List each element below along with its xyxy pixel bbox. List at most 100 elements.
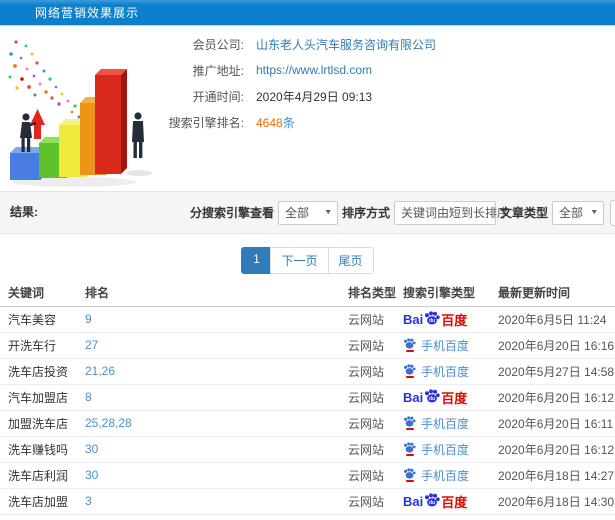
filter-controls: 分搜索引擎查看 全部 ▼ 排序方式 关键词由短到长排序 ▼ 文章类型 全部 ▼ … [186, 192, 615, 233]
rank-type-cell: 云网站 [340, 436, 395, 463]
rank-cell[interactable]: 3 [77, 488, 340, 515]
mobile-baidu-label: 手机百度 [421, 364, 470, 379]
baidu-logo-bai: Bai [403, 493, 424, 509]
table-row: 洗车店加盟 3 云网站 Bai du 百度 2020年6月18日 14:30 [0, 488, 615, 515]
rank-cell[interactable]: 27 [77, 332, 340, 359]
account-info-section: 会员公司: 山东老人头汽车服务咨询有限公司 推广地址: https://www.… [0, 27, 615, 191]
rank-type-cell: 云网站 [340, 488, 395, 515]
engine-rank-label: 搜索引擎排名: [168, 115, 244, 130]
updated-cell: 2020年6月20日 16:11 [490, 410, 615, 437]
table-row: 洗车店投资 21,26 云网站 手机百度 2020年5月27日 14:58 [0, 358, 615, 385]
chevron-down-icon: ▼ [323, 209, 333, 216]
baidu-logo: Bai du 百度 [403, 388, 467, 407]
engine-cell: Bai du 百度 [395, 306, 490, 333]
engine-cell: 手机百度 [395, 462, 490, 489]
svg-text:du: du [429, 318, 435, 324]
bar-red [95, 69, 127, 174]
table-row: 汽车美容 9 云网站 Bai du 百度 2020年6月5日 11:24 [0, 306, 615, 333]
promotion-url-label: 推广地址: [192, 63, 244, 78]
keyword-cell: 汽车加盟店 [0, 384, 77, 411]
last-page-button[interactable]: 尾页 [327, 247, 374, 274]
promotion-url-link[interactable]: https://www.lrtlsd.com [256, 63, 372, 77]
rank-type-cell: 云网站 [340, 462, 395, 489]
baidu-paw-icon: du [425, 493, 440, 507]
top-title-bar: 网络营销效果展示 [0, 0, 615, 26]
table-header-row: 关键词 排名 排名类型 搜索引擎类型 最新更新时间 [0, 280, 615, 307]
rank-cell[interactable]: 9 [77, 306, 340, 333]
engine-cell: 手机百度 [395, 332, 490, 359]
updated-cell: 2020年6月20日 16:16 [490, 332, 615, 359]
rank-type-cell: 云网站 [340, 358, 395, 385]
promotion-url-row: 推广地址: https://www.lrtlsd.com [158, 57, 608, 83]
mobile-baidu-logo: 手机百度 [403, 467, 469, 484]
chevron-down-icon: ▼ [513, 209, 523, 216]
rank-cell[interactable]: 25,28,28 [77, 410, 340, 437]
updated-cell: 2020年6月20日 16:12 [490, 384, 615, 411]
engine-filter-select[interactable]: 全部 ▼ [278, 200, 339, 225]
mobile-baidu-paw-icon [403, 338, 416, 352]
mobile-baidu-paw-icon [403, 416, 416, 430]
engine-rank-row: 搜索引擎排名: 4648条 [158, 109, 608, 135]
mobile-baidu-logo: 手机百度 [403, 441, 469, 458]
member-company-label: 会员公司: [192, 37, 244, 52]
submit-button[interactable]: 提交 [610, 199, 615, 226]
mobile-baidu-logo: 手机百度 [403, 337, 469, 354]
mobile-baidu-paw-icon [403, 468, 416, 482]
keyword-cell: 加盟洗车店 [0, 410, 77, 437]
result-filter-bar: 结果: 分搜索引擎查看 全部 ▼ 排序方式 关键词由短到长排序 ▼ 文章类型 全… [0, 191, 615, 234]
mobile-baidu-paw-icon [403, 442, 416, 456]
table-row: 加盟洗车店 25,28,28 云网站 手机百度 2020年6月20日 16:11 [0, 410, 615, 437]
keyword-cell: 洗车店利润 [0, 462, 77, 489]
next-page-button[interactable]: 下一页 [270, 247, 329, 274]
baidu-logo-bai: Bai [403, 311, 424, 327]
baidu-logo-name: 百度 [441, 312, 468, 328]
keyword-cell: 开洗车行 [0, 332, 77, 359]
sort-filter-select[interactable]: 关键词由短到长排序 ▼ [394, 200, 523, 225]
rank-type-cell: 云网站 [340, 384, 395, 411]
chevron-down-icon: ▼ [589, 209, 599, 216]
keyword-rank-table: 关键词 排名 排名类型 搜索引擎类型 最新更新时间 汽车美容 9 云网站 Bai… [0, 280, 615, 515]
rank-type-cell: 云网站 [340, 410, 395, 437]
article-type-value: 全部 [559, 206, 584, 220]
open-time-label: 开通时间: [192, 89, 244, 104]
baidu-paw-icon: du [425, 389, 440, 403]
updated-cell: 2020年6月18日 14:30 [490, 488, 615, 515]
mobile-baidu-label: 手机百度 [421, 468, 470, 483]
baidu-logo-name: 百度 [441, 494, 468, 510]
sort-filter-label: 排序方式 [342, 206, 391, 220]
rank-count: 4648 [256, 115, 283, 130]
table-row: 开洗车行 27 云网站 手机百度 2020年6月20日 16:16 [0, 332, 615, 359]
rank-cell[interactable]: 21,26 [77, 358, 340, 385]
svg-text:du: du [429, 396, 435, 402]
rank-cell[interactable]: 8 [77, 384, 340, 411]
col-updated: 最新更新时间 [490, 280, 615, 307]
engine-rank-value: 4648条 [256, 114, 295, 131]
article-type-select[interactable]: 全部 ▼ [552, 200, 605, 225]
svg-text:du: du [429, 500, 435, 506]
col-rank: 排名 [77, 280, 340, 307]
rank-unit: 条 [282, 115, 295, 130]
baidu-logo-bai: Bai [403, 389, 424, 405]
table-row: 汽车加盟店 8 云网站 Bai du 百度 2020年6月20日 16:12 [0, 384, 615, 411]
open-time-row: 开通时间: 2020年4月29日 09:13 [158, 83, 608, 109]
rank-cell[interactable]: 30 [77, 462, 340, 489]
rank-cell[interactable]: 30 [77, 436, 340, 463]
engine-cell: Bai du 百度 [395, 488, 490, 515]
col-rank-type: 排名类型 [340, 280, 396, 307]
page-1-button[interactable]: 1 [241, 247, 272, 274]
confetti-dots [8, 40, 81, 119]
mobile-baidu-label: 手机百度 [421, 338, 470, 353]
sort-filter-value: 关键词由短到长排序 [401, 206, 510, 220]
businessman-right [132, 112, 144, 158]
page-title: 网络营销效果展示 [35, 6, 140, 20]
rank-type-cell: 云网站 [340, 332, 395, 359]
keyword-cell: 洗车赚钱吗 [0, 436, 77, 463]
keyword-cell: 洗车店投资 [0, 358, 77, 385]
mobile-baidu-logo: 手机百度 [403, 363, 469, 380]
engine-filter-value: 全部 [285, 206, 310, 220]
engine-cell: 手机百度 [395, 358, 490, 385]
account-detail-list: 会员公司: 山东老人头汽车服务咨询有限公司 推广地址: https://www.… [158, 31, 608, 135]
table-row: 洗车赚钱吗 30 云网站 手机百度 2020年6月20日 16:12 [0, 436, 615, 463]
engine-filter-label: 分搜索引擎查看 [190, 206, 275, 220]
member-company-link[interactable]: 山东老人头汽车服务咨询有限公司 [256, 36, 436, 53]
